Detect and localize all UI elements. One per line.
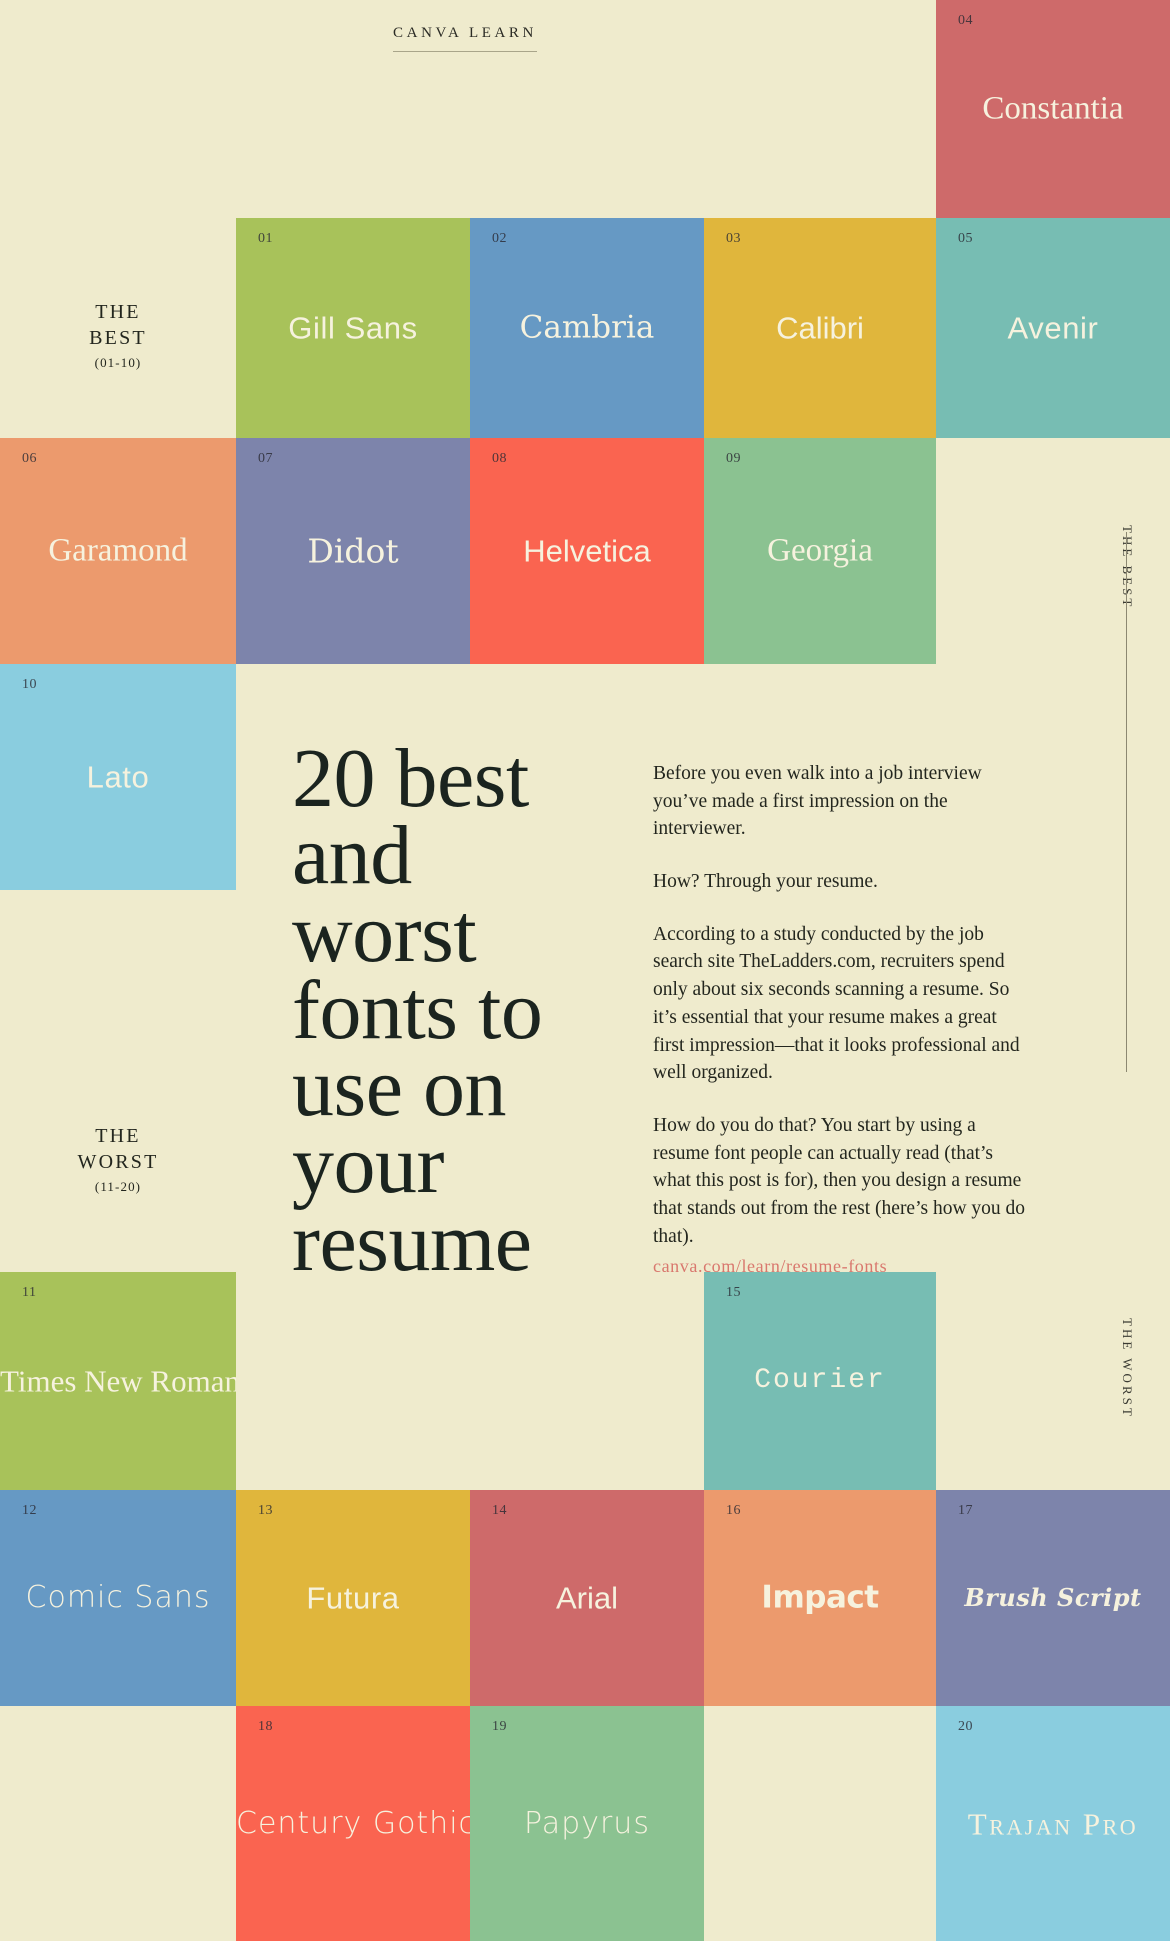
tile-font-name: Garamond: [48, 532, 188, 569]
tile-number: 14: [492, 1503, 507, 1518]
section-worst-line2: WORST: [77, 1150, 159, 1173]
tile-number: 17: [958, 1503, 973, 1518]
font-tile-garamond[interactable]: 06 Garamond: [0, 438, 236, 664]
font-tile-calibri[interactable]: 03 Calibri: [704, 218, 936, 438]
tile-number: 07: [258, 451, 273, 466]
tile-font-name: Brush Script: [964, 1583, 1142, 1612]
font-tile-georgia[interactable]: 09 Georgia: [704, 438, 936, 664]
font-tile-trajan-pro[interactable]: 20 Trajan Pro: [936, 1706, 1170, 1941]
font-tile-arial[interactable]: 14 Arial: [470, 1490, 704, 1706]
font-tile-brush-script[interactable]: 17 Brush Script: [936, 1490, 1170, 1706]
tile-font-name: Constantia: [982, 90, 1124, 127]
tile-font-name: Arial: [555, 1580, 618, 1616]
section-best-line2: BEST: [89, 326, 147, 349]
tile-number: 02: [492, 231, 507, 246]
tile-font-name: Gill Sans: [288, 310, 418, 346]
tile-font-name: Comic Sans: [25, 1580, 211, 1615]
tile-number: 18: [258, 1719, 273, 1734]
font-tile-century-gothic[interactable]: 18 Century Gothic: [236, 1706, 470, 1941]
section-worst-range: (11-20): [94, 1179, 142, 1195]
tile-font-name: Futura: [306, 1580, 400, 1616]
brand-label: CANVA LEARN: [393, 25, 537, 52]
tile-number: 13: [258, 1503, 273, 1518]
font-tile-didot[interactable]: 07 Didot: [236, 438, 470, 664]
font-tile-times-new-roman[interactable]: 11 Times New Roman: [0, 1272, 236, 1490]
font-tile-lato[interactable]: 10 Lato: [0, 664, 236, 890]
tile-font-name: Century Gothic: [236, 1805, 470, 1841]
tile-number: 16: [726, 1503, 741, 1518]
tile-number: 06: [22, 451, 37, 466]
tile-font-name: Lato: [86, 759, 150, 795]
font-tile-constantia[interactable]: 04 Constantia: [936, 0, 1170, 218]
font-tile-futura[interactable]: 13 Futura: [236, 1490, 470, 1706]
section-label-best: THE BEST (01-10): [0, 300, 236, 371]
section-worst-line1: THE: [95, 1125, 141, 1147]
page-title: 20 best and worst fonts to use on your r…: [292, 732, 543, 1289]
tile-number: 11: [22, 1285, 37, 1300]
rail-label-worst: THE WORST: [1120, 1318, 1135, 1419]
tile-number: 03: [726, 231, 741, 246]
tile-font-name: Georgia: [767, 532, 873, 569]
tile-number: 10: [22, 677, 37, 692]
rail-label-best: THE BEST: [1120, 525, 1135, 610]
tile-font-name: Trajan Pro: [967, 1806, 1139, 1841]
tile-font-name: Impact: [761, 1579, 879, 1616]
tile-number: 05: [958, 231, 973, 246]
font-tile-papyrus[interactable]: 19 Papyrus: [470, 1706, 704, 1941]
paragraph-1: Before you even walk into a job intervie…: [653, 763, 982, 840]
brand-header: CANVA LEARN: [0, 24, 930, 52]
tile-number: 09: [726, 451, 741, 466]
paragraph-3: According to a study conducted by the jo…: [653, 923, 1020, 1084]
tile-font-name: Courier: [754, 1365, 886, 1396]
tile-number: 15: [726, 1285, 741, 1300]
tile-font-name: Calibri: [776, 310, 864, 346]
font-tile-avenir[interactable]: 05 Avenir: [936, 218, 1170, 438]
section-best-line1: THE: [95, 301, 141, 323]
tile-font-name: Cambria: [519, 309, 655, 346]
tile-number: 19: [492, 1719, 507, 1734]
font-tile-cambria[interactable]: 02 Cambria: [470, 218, 704, 438]
tile-number: 04: [958, 13, 973, 28]
font-tile-helvetica[interactable]: 08 Helvetica: [470, 438, 704, 664]
rail-divider: [1126, 532, 1127, 1072]
tile-number: 12: [22, 1503, 37, 1518]
paragraph-4: How do you do that? You start by using a…: [653, 1114, 1026, 1247]
tile-font-name: Avenir: [1007, 310, 1099, 346]
body-copy: Before you even walk into a job intervie…: [653, 760, 1033, 1280]
paragraph-2: How? Through your resume.: [653, 871, 878, 893]
tile-font-name: Helvetica: [523, 533, 651, 569]
tile-number: 01: [258, 231, 273, 246]
section-best-range: (01-10): [94, 355, 142, 371]
font-tile-impact[interactable]: 16 Impact: [704, 1490, 936, 1706]
font-tile-comic-sans[interactable]: 12 Comic Sans: [0, 1490, 236, 1706]
font-tile-gill-sans[interactable]: 01 Gill Sans: [236, 218, 470, 438]
font-tile-courier[interactable]: 15 Courier: [704, 1272, 936, 1490]
tile-font-name: Didot: [307, 531, 399, 571]
infographic-canvas: CANVA LEARN THE BEST (01-10) THE WORST (…: [0, 0, 1170, 1941]
tile-font-name: Times New Roman: [0, 1363, 236, 1399]
tile-number: 20: [958, 1719, 973, 1734]
tile-font-name: Papyrus: [524, 1805, 650, 1841]
tile-number: 08: [492, 451, 507, 466]
section-label-worst: THE WORST (11-20): [0, 1124, 236, 1195]
